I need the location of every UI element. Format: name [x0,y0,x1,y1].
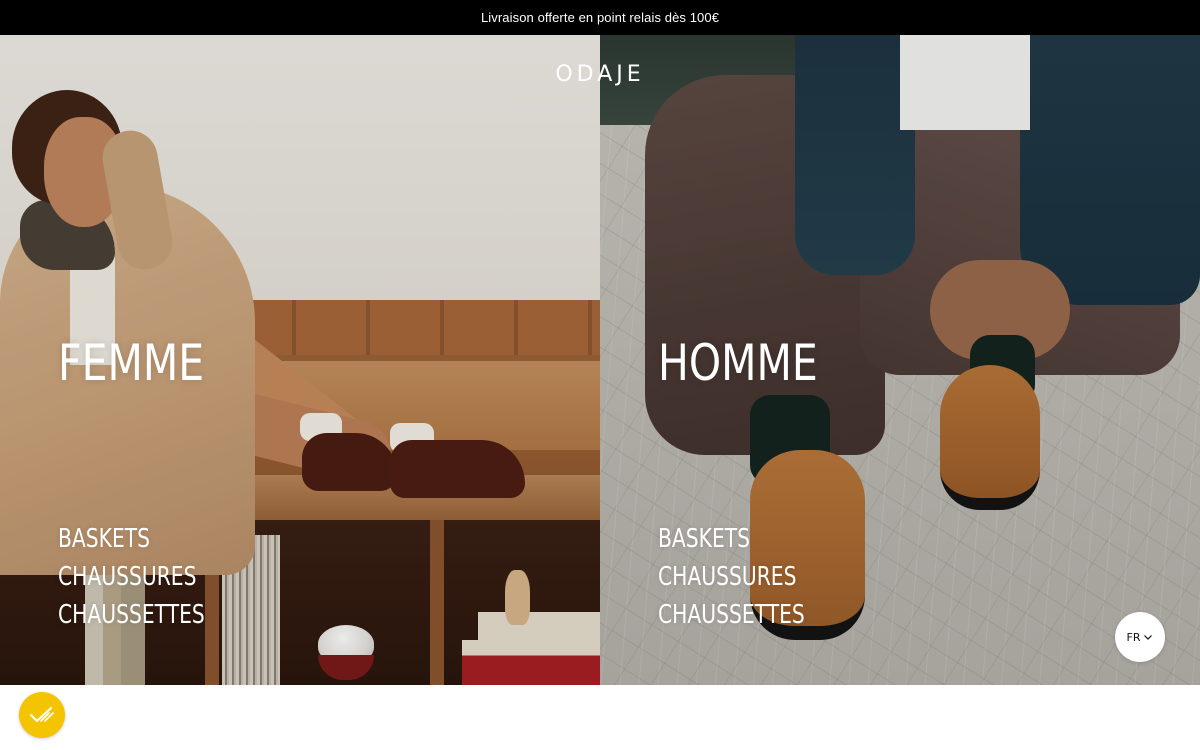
chevron-down-icon [1144,635,1153,640]
announcement-text: Livraison offerte en point relais dès 10… [480,10,720,25]
brand-logo[interactable]: ODAJE [0,62,1200,87]
checkmark-lines-icon [29,706,54,723]
link-femme-baskets[interactable]: BASKETS [58,523,205,555]
language-label: FR [1126,630,1141,644]
link-homme-chaussettes[interactable]: CHAUSSETTES [658,599,805,631]
accessibility-badge[interactable] [19,692,65,738]
link-homme-baskets[interactable]: BASKETS [658,523,805,555]
hero: FEMME BASKETS CHAUSSURES CHAUSSETTES HOM… [0,35,1200,685]
announcement-bar: Livraison offerte en point relais dès 10… [0,0,1200,35]
link-homme-chaussures[interactable]: CHAUSSURES [658,561,805,593]
panel-femme[interactable]: FEMME BASKETS CHAUSSURES CHAUSSETTES [0,35,600,685]
panel-links-homme: BASKETS CHAUSSURES CHAUSSETTES [658,523,846,631]
panel-title-femme[interactable]: FEMME [58,335,204,391]
link-femme-chaussettes[interactable]: CHAUSSETTES [58,599,205,631]
panel-title-homme[interactable]: HOMME [658,335,818,391]
panel-links-femme: BASKETS CHAUSSURES CHAUSSETTES [58,523,246,631]
language-selector[interactable]: FR [1115,612,1165,662]
panel-homme[interactable]: HOMME BASKETS CHAUSSURES CHAUSSETTES [600,35,1200,685]
link-femme-chaussures[interactable]: CHAUSSURES [58,561,205,593]
